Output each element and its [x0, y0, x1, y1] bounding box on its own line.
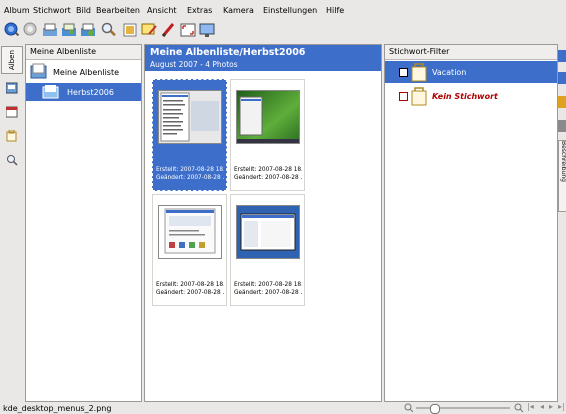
filter-item-label: Vacation	[432, 68, 467, 77]
zoom-slider[interactable]	[416, 404, 510, 414]
next-icon[interactable]: ▸	[549, 402, 553, 411]
tab-beschreibung[interactable]: Beschreibung	[558, 140, 566, 212]
zoom-out-icon[interactable]	[404, 403, 414, 413]
thumbnail-image	[236, 90, 300, 144]
forward-icon[interactable]	[23, 22, 39, 38]
pencil-icon[interactable]	[160, 22, 176, 38]
menu-hilfe[interactable]: Hilfe	[326, 6, 344, 15]
thumbnail-item[interactable]: Erstellt: 2007-08-28 18... Geändert: 200…	[230, 194, 305, 306]
filter-checkbox[interactable]	[399, 68, 408, 77]
album-subtitle: August 2007 - 4 Photos	[150, 60, 238, 69]
home-icon[interactable]	[61, 22, 77, 38]
tree-item-label: Herbst2006	[67, 88, 114, 97]
album-folder-icon	[42, 85, 59, 99]
zoom-slider-handle[interactable]	[430, 404, 440, 414]
album-title: Meine Albenliste/Herbst2006	[150, 47, 306, 58]
edit-icon[interactable]	[558, 120, 566, 132]
properties-icon[interactable]	[558, 50, 566, 62]
filter-item-label: Kein Stichwort	[432, 92, 498, 101]
menubar: Album Stichwort Bild Bearbeiten Ansicht …	[0, 0, 566, 20]
prev-icon[interactable]: ◂	[540, 402, 544, 411]
thumbnail-item[interactable]: Erstellt: 2007-08-28 18... Geändert: 200…	[152, 79, 227, 191]
thumbnail-modified: Geändert: 2007-08-28 ...	[234, 290, 302, 296]
menu-kamera[interactable]: Kamera	[223, 6, 254, 15]
metadata-icon[interactable]	[558, 72, 566, 84]
thumbnail-modified: Geändert: 2007-08-28 ...	[234, 175, 302, 181]
menu-extras[interactable]: Extras	[187, 6, 212, 15]
up-icon[interactable]	[42, 22, 58, 38]
back-icon[interactable]	[4, 22, 20, 38]
slideshow-icon[interactable]	[199, 22, 215, 38]
album-root-icon	[30, 63, 47, 79]
fullscreen-icon[interactable]	[180, 22, 196, 38]
image-editor-icon[interactable]	[122, 22, 138, 38]
tree-root-label: Meine Albenliste	[53, 68, 120, 77]
thumbnail-item[interactable]: Erstellt: 2007-08-28 18... Geändert: 200…	[152, 194, 227, 306]
filter-item-kein-stichwort[interactable]: Kein Stichwort	[385, 85, 557, 107]
thumbnail-modified: Geändert: 2007-08-28 ...	[156, 290, 224, 296]
tree-item-herbst2006[interactable]: Herbst2006	[26, 83, 141, 101]
thumbnail-created: Erstellt: 2007-08-28 18...	[156, 167, 224, 173]
menu-bild[interactable]: Bild	[76, 6, 91, 15]
tab-alben[interactable]: Alben	[1, 46, 23, 74]
tag-icon[interactable]	[6, 130, 18, 142]
album-view-icon[interactable]	[6, 82, 18, 94]
tag-filter-header: Stichwort-Filter	[385, 45, 557, 60]
thumbnail-modified: Geändert: 2007-08-28 ...	[156, 175, 224, 181]
search-icon[interactable]	[6, 154, 18, 166]
colors-icon[interactable]	[558, 96, 566, 108]
menu-stichwort[interactable]: Stichwort	[33, 6, 71, 15]
album-tree-panel: Meine Albenliste Meine Albenliste Herbst…	[25, 44, 142, 402]
thumbnail-item[interactable]: Erstellt: 2007-08-28 18... Geändert: 200…	[230, 79, 305, 191]
menu-album[interactable]: Album	[4, 6, 30, 15]
left-sidebar-tabs: Alben	[0, 44, 24, 402]
comment-icon[interactable]	[141, 22, 157, 38]
tag-icon	[411, 87, 427, 106]
thumbnail-image	[158, 90, 222, 144]
zoom-in-icon[interactable]	[514, 403, 524, 413]
filter-item-vacation[interactable]: Vacation	[385, 61, 557, 83]
tag-icon	[411, 63, 427, 82]
album-header: Meine Albenliste/Herbst2006 August 2007 …	[145, 45, 381, 71]
album-tree-header: Meine Albenliste	[26, 45, 141, 60]
filter-checkbox[interactable]	[399, 92, 408, 101]
thumbnail-created: Erstellt: 2007-08-28 18...	[234, 282, 302, 288]
menu-ansicht[interactable]: Ansicht	[147, 6, 177, 15]
thumbnail-image	[158, 205, 222, 259]
album-icon-view: Meine Albenliste/Herbst2006 August 2007 …	[144, 44, 382, 402]
menu-einstellungen[interactable]: Einstellungen	[263, 6, 317, 15]
tag-filter-panel: Stichwort-Filter Vacation Kein Stichwort	[384, 44, 558, 402]
menu-bearbeiten[interactable]: Bearbeiten	[96, 6, 140, 15]
statusbar: kde_desktop_menus_2.png |◂ ◂ ▸ ▸|	[0, 402, 566, 414]
thumbnail-image	[236, 205, 300, 259]
toolbar	[0, 20, 566, 42]
first-icon[interactable]: |◂	[527, 402, 534, 411]
calendar-icon[interactable]	[6, 106, 18, 118]
last-icon[interactable]: ▸|	[558, 402, 565, 411]
right-sidebar-tabs: Beschreibung	[558, 44, 566, 402]
thumbnail-created: Erstellt: 2007-08-28 18...	[156, 282, 224, 288]
refresh-icon[interactable]	[80, 22, 96, 38]
status-filename: kde_desktop_menus_2.png	[3, 404, 112, 413]
zoom-icon[interactable]	[101, 22, 117, 38]
thumbnail-created: Erstellt: 2007-08-28 18...	[234, 167, 302, 173]
